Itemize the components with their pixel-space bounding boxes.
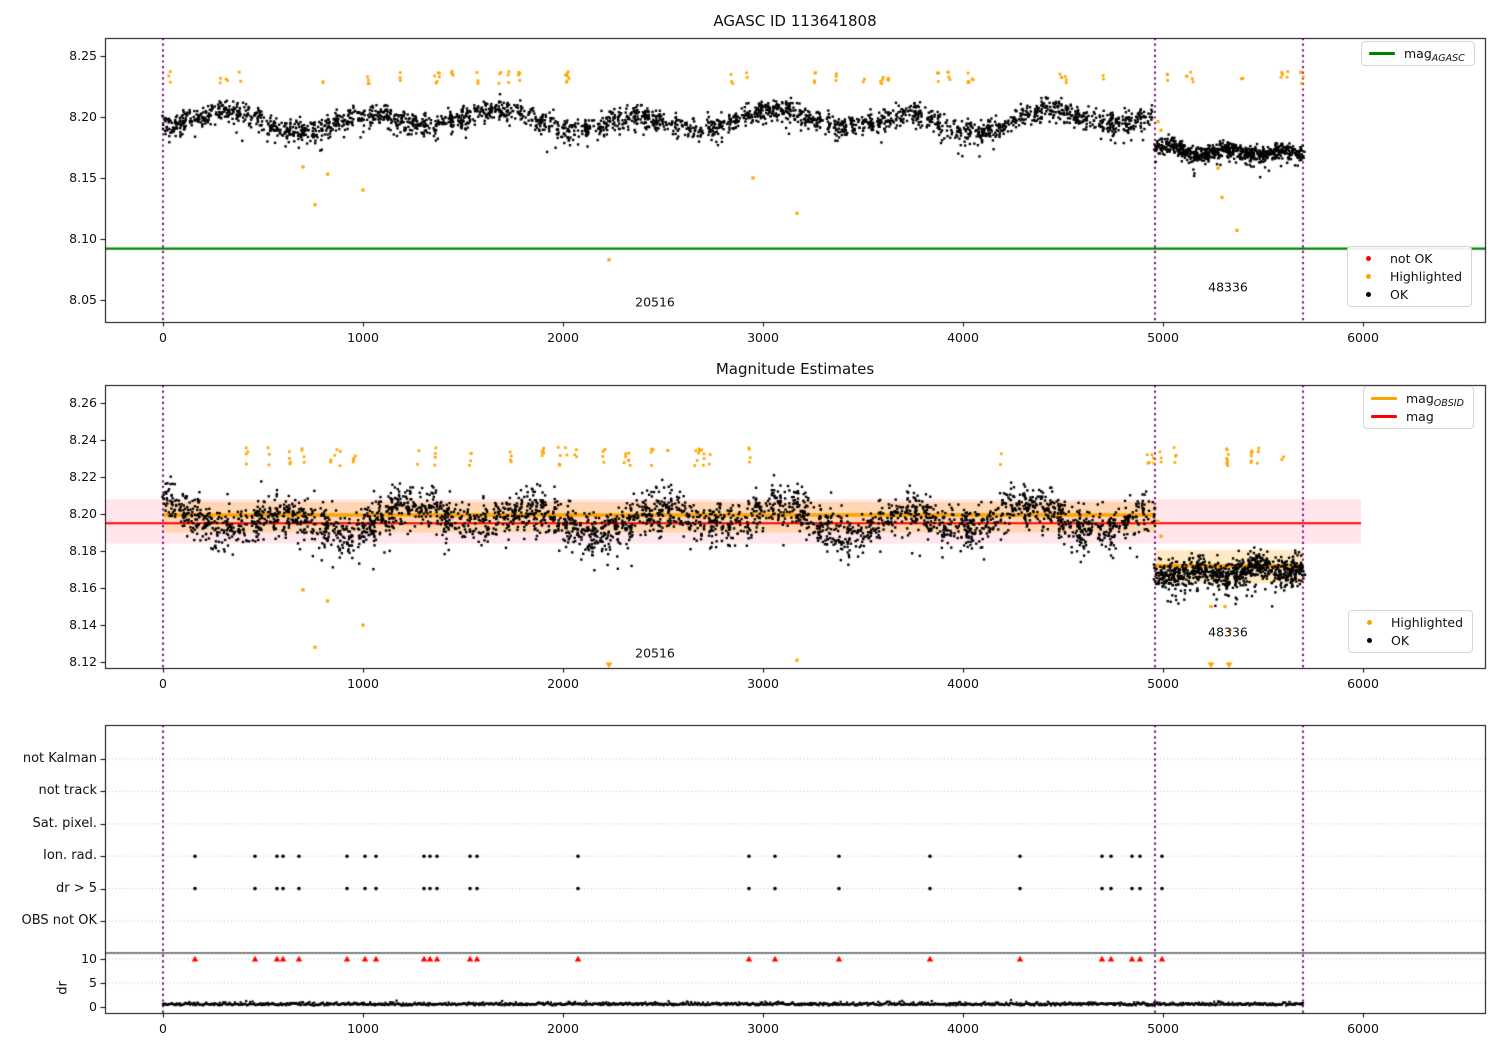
- mag-lines-legend: magOBSID mag: [1363, 386, 1474, 429]
- x-tick-label: 0: [159, 1021, 167, 1036]
- y-tick-label: 8.22: [69, 468, 97, 484]
- middle-plot-title: Magnitude Estimates: [715, 360, 875, 378]
- top-status-legend-item: not OK: [1355, 251, 1462, 266]
- x-tick-label: 3000: [747, 330, 779, 345]
- legend-item-label: magAGASC: [1404, 46, 1465, 64]
- x-tick-label: 2000: [547, 1021, 579, 1036]
- category-label: not track: [38, 783, 97, 799]
- y-tick-label: 8.25: [69, 47, 97, 63]
- x-tick-label: 0: [159, 330, 167, 345]
- x-tick-label: 1000: [347, 1021, 379, 1036]
- x-tick-label: 3000: [747, 676, 779, 691]
- y-tick-label: 8.12: [69, 654, 97, 670]
- x-tick-label: 5000: [1147, 330, 1179, 345]
- legend-item-label: not OK: [1390, 251, 1433, 266]
- mag-lines-legend-item: magOBSID: [1371, 391, 1464, 409]
- obsid-annotation: 48336: [1208, 279, 1248, 295]
- legend-item-label: Highlighted: [1390, 269, 1463, 284]
- legend-line-sample: [1371, 397, 1397, 400]
- legend-item-label: OK: [1390, 287, 1409, 302]
- legend-dot-marker: [1356, 638, 1382, 643]
- mag-lines-legend-item: mag: [1371, 409, 1464, 424]
- figure: AGASC ID 113641808 Magnitude Estimates 0…: [0, 0, 1500, 1050]
- legend-dot-marker: [1355, 292, 1381, 297]
- obsid-annotation: 20516: [635, 294, 675, 310]
- top-status-legend: not OK Highlighted OK: [1347, 246, 1473, 307]
- legend-item-label: Highlighted: [1391, 615, 1464, 630]
- x-tick-label: 6000: [1347, 1021, 1379, 1036]
- top-status-legend-item: OK: [1355, 287, 1462, 302]
- top-status-legend-item: Highlighted: [1355, 269, 1462, 284]
- mid-status-legend-item: OK: [1356, 633, 1463, 648]
- y-tick-label: 8.10: [69, 230, 97, 246]
- x-tick-label: 6000: [1347, 676, 1379, 691]
- x-tick-label: 5000: [1147, 676, 1179, 691]
- legend-item-label: magOBSID: [1406, 391, 1464, 409]
- dr-tick-label: 0: [89, 999, 97, 1014]
- mag-agasc-legend: magAGASC: [1361, 41, 1475, 66]
- x-tick-label: 2000: [547, 676, 579, 691]
- dr-tick-label: 10: [81, 951, 97, 966]
- legend-item-label: OK: [1391, 633, 1410, 648]
- category-label: OBS not OK: [21, 913, 98, 928]
- x-tick-label: 5000: [1147, 1021, 1179, 1036]
- obsid-annotation: 48336: [1208, 624, 1248, 640]
- category-label: Sat. pixel.: [32, 815, 97, 831]
- y-tick-label: 8.15: [69, 169, 97, 185]
- y-tick-label: 8.20: [69, 108, 97, 124]
- y-tick-label: 8.16: [69, 580, 97, 596]
- mid-status-legend-item: Highlighted: [1356, 615, 1463, 630]
- legend-dot-marker: [1356, 620, 1382, 625]
- x-tick-label: 4000: [947, 676, 979, 691]
- x-tick-label: 4000: [947, 1021, 979, 1036]
- y-tick-label: 8.24: [69, 431, 97, 447]
- y-tick-label: 8.05: [69, 292, 97, 307]
- legend-line-sample: [1371, 415, 1397, 418]
- x-tick-label: 3000: [747, 1021, 779, 1036]
- mid-status-legend: Highlighted OK: [1348, 610, 1474, 653]
- y-tick-label: 8.14: [69, 617, 97, 633]
- legend-item-label: mag: [1406, 409, 1434, 424]
- obsid-annotation: 20516: [635, 645, 675, 661]
- y-tick-label: 8.26: [69, 394, 97, 410]
- x-tick-label: 4000: [947, 330, 979, 345]
- legend-line-sample: [1369, 52, 1395, 55]
- x-tick-label: 6000: [1347, 330, 1379, 345]
- y-tick-label: 8.20: [69, 506, 97, 521]
- x-tick-label: 1000: [347, 330, 379, 345]
- y-tick-label: 8.18: [69, 543, 97, 559]
- legend-dot-marker: [1355, 256, 1381, 261]
- x-tick-label: 1000: [347, 676, 379, 691]
- mag-agasc-legend-item: magAGASC: [1369, 46, 1465, 64]
- plots-canvas: [0, 0, 1500, 1050]
- category-label: not Kalman: [22, 751, 97, 766]
- top-plot-title: AGASC ID 113641808: [713, 12, 877, 30]
- category-label: Ion. rad.: [43, 848, 97, 864]
- x-tick-label: 0: [159, 676, 167, 691]
- x-tick-label: 2000: [547, 330, 579, 345]
- legend-dot-marker: [1355, 274, 1381, 279]
- dr-axis-label: dr: [55, 980, 71, 995]
- category-label: dr > 5: [55, 880, 97, 896]
